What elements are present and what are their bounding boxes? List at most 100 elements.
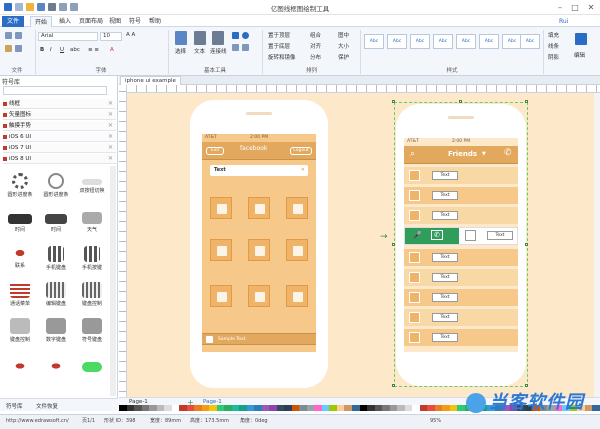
color-swatch[interactable] <box>276 405 285 411</box>
strikethrough-icon[interactable]: abc <box>70 47 80 53</box>
color-swatch[interactable] <box>449 405 458 411</box>
bring-to-front[interactable]: 置于顶层 <box>268 31 290 39</box>
color-swatch[interactable] <box>351 405 360 411</box>
font-name-select[interactable]: Arial <box>38 32 98 41</box>
color-swatch[interactable] <box>344 405 352 411</box>
curve-icon[interactable] <box>242 44 249 51</box>
color-swatch[interactable] <box>442 405 450 411</box>
color-swatch[interactable] <box>261 405 270 411</box>
resize-handle[interactable] <box>392 384 395 387</box>
cut-icon[interactable] <box>5 32 12 39</box>
shape-item[interactable] <box>2 358 38 390</box>
color-swatch[interactable] <box>284 405 292 411</box>
color-swatch[interactable] <box>412 405 420 411</box>
color-swatch[interactable] <box>119 405 127 411</box>
library-category[interactable]: iOS 6 UI ✕ <box>3 132 116 142</box>
color-swatch[interactable] <box>239 405 247 411</box>
shape-item[interactable]: 键盘控制 <box>2 316 38 348</box>
color-swatch[interactable] <box>457 405 465 411</box>
color-swatch[interactable] <box>367 405 375 411</box>
shape-item[interactable]: 通话菜单 <box>2 280 38 312</box>
edit-icon[interactable] <box>575 33 587 45</box>
tab-symbol-library[interactable]: 符号库 <box>6 402 23 410</box>
color-swatch[interactable] <box>321 405 330 411</box>
edit-label[interactable]: 编辑 <box>574 51 585 59</box>
app-tile-grid[interactable] <box>248 285 270 307</box>
color-swatch[interactable] <box>374 405 383 411</box>
color-swatch[interactable] <box>254 405 262 411</box>
color-swatch[interactable] <box>126 405 135 411</box>
shape-item[interactable]: 圆形进度条 <box>38 171 74 203</box>
style-swatch-1[interactable]: Abc <box>364 34 384 49</box>
selection-box[interactable] <box>394 102 528 387</box>
app-tile-placeholder[interactable] <box>210 239 232 261</box>
rectangle-icon[interactable] <box>232 32 239 39</box>
color-swatch[interactable] <box>156 405 165 411</box>
shape-item[interactable]: 编辑键盘 <box>38 280 74 312</box>
resize-handle[interactable] <box>392 100 395 103</box>
canvas-vertical-scrollbar[interactable] <box>594 93 600 397</box>
app-tile-hidden[interactable] <box>210 285 232 307</box>
font-grow-icon[interactable]: A A <box>126 32 135 38</box>
shape-item[interactable]: 时间 <box>38 208 74 240</box>
menu-help[interactable]: 帮助 <box>145 16 165 27</box>
color-swatch[interactable] <box>201 405 210 411</box>
menu-file[interactable]: 文件 <box>2 16 24 27</box>
connector-tool-icon[interactable] <box>212 31 224 45</box>
shape-item[interactable] <box>38 358 74 390</box>
resize-handle[interactable] <box>392 243 395 246</box>
font-size-select[interactable]: 10 <box>100 32 122 41</box>
size-button[interactable]: 大小 <box>338 42 349 50</box>
toggle-switch-shape[interactable] <box>74 358 110 390</box>
style-swatch-3[interactable]: Abc <box>410 34 430 49</box>
close-button[interactable]: ✕ <box>584 2 598 13</box>
text-tool-icon[interactable] <box>194 31 206 45</box>
distribute-button[interactable]: 分布 <box>310 53 321 61</box>
font-color-icon[interactable]: A <box>110 47 114 53</box>
library-category[interactable]: iOS 7 UI ✕ <box>3 143 116 153</box>
color-swatch[interactable] <box>224 405 232 411</box>
color-swatch[interactable] <box>382 405 390 411</box>
tab-file-recovery[interactable]: 文件恢复 <box>36 402 58 410</box>
resize-handle[interactable] <box>525 100 528 103</box>
fill-button[interactable]: 填充 <box>548 31 559 39</box>
app-tile-people[interactable] <box>248 197 270 219</box>
maximize-button[interactable]: □ <box>568 2 582 13</box>
color-swatch[interactable] <box>314 405 322 411</box>
library-search-input[interactable] <box>3 86 107 95</box>
shape-item[interactable]: 手机键盘 <box>38 244 74 276</box>
minimize-button[interactable]: – <box>553 2 567 13</box>
shape-item[interactable]: 符号键盘 <box>74 316 110 348</box>
align-icon[interactable]: ≡ ≡ <box>88 47 99 53</box>
color-swatch[interactable] <box>141 405 150 411</box>
color-swatch[interactable] <box>171 405 180 411</box>
bold-icon[interactable]: B <box>40 47 44 53</box>
shape-item[interactable]: 手机按键 <box>74 244 110 276</box>
color-swatch[interactable] <box>269 405 277 411</box>
italic-icon[interactable]: I <box>50 47 52 53</box>
select-tool-icon[interactable] <box>175 31 187 45</box>
color-swatch[interactable] <box>336 405 345 411</box>
app-tile-person[interactable] <box>286 197 308 219</box>
shape-item[interactable]: 数字键盘 <box>38 316 74 348</box>
menu-page-layout[interactable]: 页面布局 <box>75 16 107 27</box>
color-swatch[interactable] <box>389 405 398 411</box>
color-swatch[interactable] <box>186 405 195 411</box>
select-tool-label[interactable]: 选择 <box>175 47 186 55</box>
app-tile-contact[interactable] <box>286 239 308 261</box>
line-icon[interactable] <box>232 44 239 51</box>
color-swatch[interactable] <box>592 405 600 411</box>
color-swatch[interactable] <box>149 405 157 411</box>
connection-arrow-icon[interactable]: → <box>380 232 388 242</box>
group-button[interactable]: 组合 <box>310 31 321 39</box>
resize-handle[interactable] <box>459 100 462 103</box>
rotate-mirror[interactable]: 旋转和镜像 <box>268 53 296 61</box>
resize-handle[interactable] <box>525 384 528 387</box>
shape-item[interactable]: 联系 <box>2 244 38 276</box>
app-tile-edit[interactable] <box>248 239 270 261</box>
color-swatch[interactable] <box>209 405 217 411</box>
library-category[interactable]: iOS 8 UI ✕ <box>3 154 116 164</box>
color-swatch[interactable] <box>216 405 225 411</box>
menu-home[interactable]: 开始 <box>30 16 53 27</box>
color-swatch[interactable] <box>427 405 435 411</box>
